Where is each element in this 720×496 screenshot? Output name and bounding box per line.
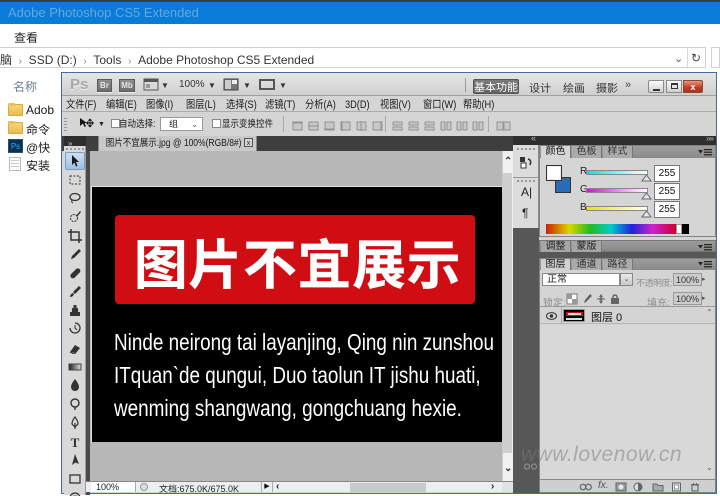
svg-text:T: T — [71, 435, 80, 450]
